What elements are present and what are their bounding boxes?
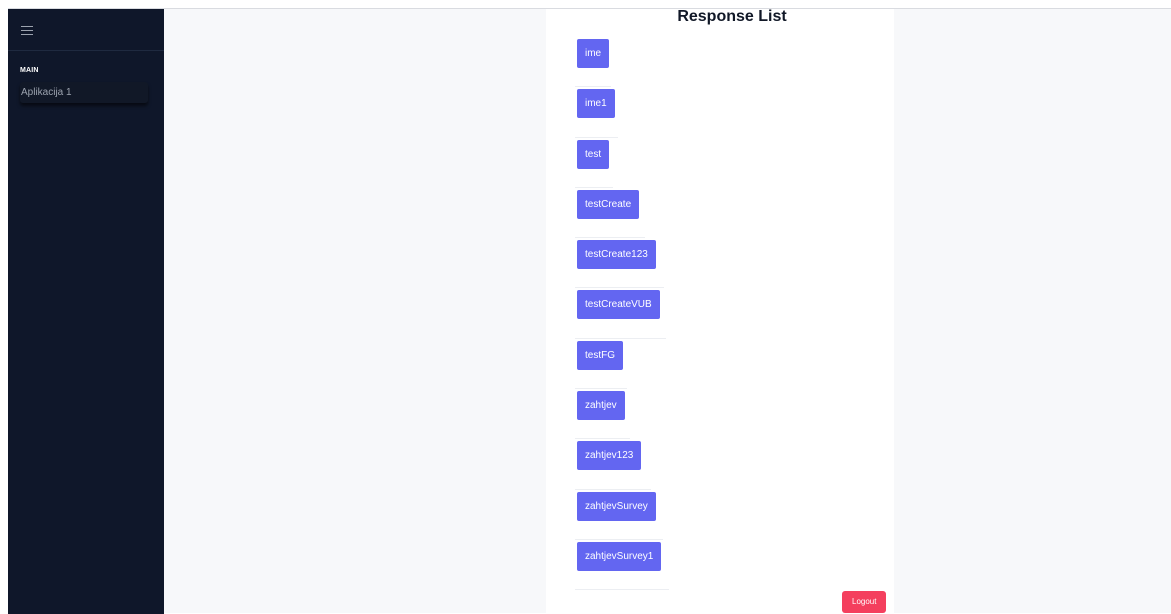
response-list-panel: Response List ime ime1 test testCreate t…	[546, 8, 894, 614]
response-button-zahtjev[interactable]: zahtjev	[577, 391, 625, 421]
logout-button[interactable]: Logout	[842, 591, 887, 613]
list-item: zahtjev	[575, 389, 875, 440]
sidebar-item-aplikacija-1[interactable]: Aplikacija 1	[20, 82, 148, 103]
page-title: Response List	[677, 8, 787, 25]
response-list: ime ime1 test testCreate testCreate123 t…	[575, 37, 875, 591]
list-item: zahtjevSurvey	[575, 490, 875, 540]
sidebar-header	[8, 9, 164, 51]
list-item: testFG	[575, 339, 875, 390]
app-frame: MAIN Aplikacija 1 Response List ime ime1…	[8, 8, 1171, 614]
list-item: testCreateVUB	[575, 288, 875, 339]
list-item: testCreate	[575, 188, 875, 239]
list-item: zahtjevSurvey1	[575, 540, 875, 591]
response-button-testcreatevub[interactable]: testCreateVUB	[577, 290, 660, 320]
response-button-test[interactable]: test	[577, 139, 610, 169]
response-button-testcreate[interactable]: testCreate	[577, 189, 640, 219]
response-button-ime[interactable]: ime	[577, 39, 610, 68]
list-item: test	[575, 138, 875, 188]
sidebar: MAIN Aplikacija 1	[8, 9, 164, 614]
list-item: zahtjev123	[575, 439, 875, 490]
hamburger-menu-icon[interactable]	[21, 26, 33, 35]
response-button-testfg[interactable]: testFG	[577, 340, 624, 370]
sidebar-section-label: MAIN	[20, 67, 39, 74]
response-button-zahtjevsurvey1[interactable]: zahtjevSurvey1	[577, 541, 662, 571]
list-item: testCreate123	[575, 238, 875, 289]
response-button-ime1[interactable]: ime1	[577, 89, 615, 119]
response-button-zahtjevsurvey[interactable]: zahtjevSurvey	[577, 491, 656, 521]
list-item: ime1	[575, 87, 875, 138]
divider	[575, 589, 669, 591]
response-button-zahtjev123[interactable]: zahtjev123	[577, 441, 642, 471]
response-button-testcreate123[interactable]: testCreate123	[577, 240, 656, 270]
list-item: ime	[575, 37, 875, 88]
